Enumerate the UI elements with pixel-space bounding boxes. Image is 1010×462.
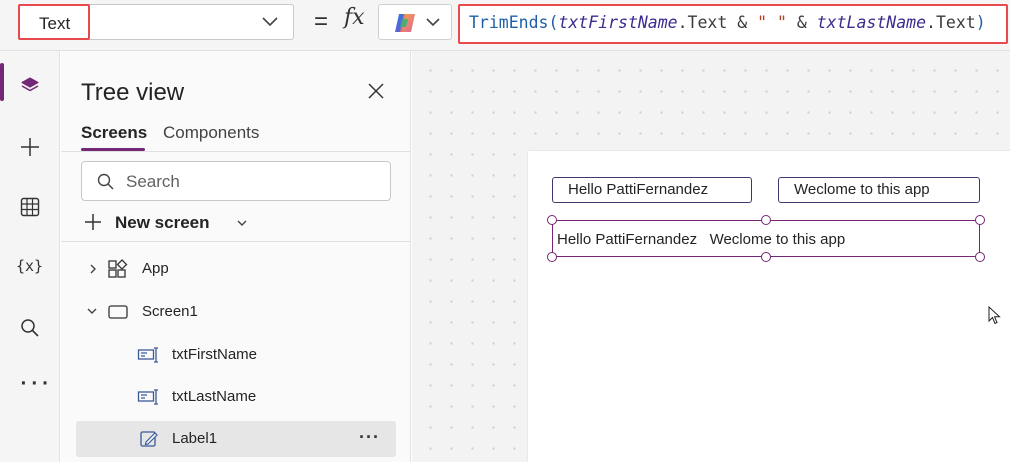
chevron-down-icon — [262, 17, 278, 27]
tree-node-label: txtFirstName — [172, 346, 258, 363]
formula-prop-last: .Text — [926, 13, 976, 32]
rail-more-button[interactable]: ··· — [0, 363, 60, 407]
formula-op1: & — [727, 13, 758, 32]
rail-search-button[interactable] — [0, 305, 60, 349]
tab-screens[interactable]: Screens — [81, 123, 147, 143]
resize-handle-top-left[interactable] — [547, 215, 557, 225]
tab-divider — [61, 151, 410, 152]
layers-icon — [21, 77, 39, 92]
resize-handle-bottom[interactable] — [761, 252, 771, 262]
formula-op2: & — [786, 13, 817, 32]
search-icon — [21, 319, 39, 337]
new-screen-label: New screen — [115, 213, 210, 232]
tab-components[interactable]: Components — [163, 123, 259, 143]
tree-search — [81, 161, 391, 201]
formula-bar: Text = fx TrimEnds(txtFirstName.Text & "… — [0, 0, 1010, 51]
search-input[interactable] — [124, 170, 378, 194]
plus-icon — [85, 214, 101, 230]
close-icon[interactable] — [366, 81, 386, 101]
left-rail: {x} ··· — [0, 51, 60, 462]
rail-tree-view-button[interactable] — [0, 63, 60, 107]
property-value: Text — [39, 14, 71, 33]
tree-node-label: App — [142, 260, 169, 277]
tree-node-label: Screen1 — [142, 303, 198, 320]
tree-node-label: Label1 — [172, 430, 218, 447]
tree-node-txtfirstname[interactable]: txtFirstName — [76, 337, 396, 373]
more-icon: ··· — [18, 373, 51, 394]
resize-handle-top[interactable] — [761, 215, 771, 225]
formula-function: TrimEnds( — [469, 13, 559, 32]
label1-text: Hello PattiFernandez Weclome to this app — [557, 231, 846, 248]
text-input-icon — [137, 347, 158, 363]
resize-handle-bottom-right[interactable] — [975, 252, 985, 262]
formula-prop-first: .Text — [677, 13, 728, 32]
fx-icon: fx — [344, 5, 365, 30]
app-icon — [108, 259, 128, 278]
formula-close-paren: ) — [975, 13, 986, 32]
chevron-down-icon — [237, 220, 247, 226]
table-icon — [20, 197, 40, 217]
chevron-down-icon — [426, 18, 440, 27]
tree-node-label1[interactable]: Label1 ··· — [76, 421, 396, 457]
resize-handle-bottom-left[interactable] — [547, 252, 557, 262]
plus-icon — [21, 138, 39, 156]
rail-data-button[interactable] — [0, 184, 60, 228]
rail-variables-button[interactable]: {x} — [0, 245, 60, 289]
label-edit-icon — [140, 431, 158, 447]
tree-view-pane: Tree view Screens Components New screen — [61, 51, 411, 462]
rail-insert-button[interactable] — [0, 124, 60, 168]
screen-icon — [108, 305, 128, 319]
txt-first-name-control[interactable]: Hello PattiFernandez — [552, 177, 752, 203]
equals-sign: = — [314, 8, 329, 35]
formula-string: " " — [757, 13, 787, 32]
formula-var-first: txtFirstName — [558, 13, 678, 32]
chevron-right-icon[interactable] — [88, 263, 98, 275]
tree-view-title: Tree view — [81, 79, 185, 106]
tree-node-screen1[interactable]: Screen1 — [76, 294, 396, 330]
copilot-button[interactable] — [378, 4, 452, 40]
resize-handle-top-right[interactable] — [975, 215, 985, 225]
tree-node-label: txtLastName — [172, 388, 257, 405]
tree-node-app[interactable]: App — [76, 251, 396, 287]
tree-node-txtlastname[interactable]: txtLastName — [76, 379, 396, 415]
design-canvas[interactable]: Hello PattiFernandez Weclome to this app… — [412, 51, 1010, 462]
chevron-down-icon[interactable] — [86, 306, 98, 316]
app-screen[interactable]: Hello PattiFernandez Weclome to this app… — [528, 151, 1010, 462]
txt-last-name-control[interactable]: Weclome to this app — [778, 177, 980, 203]
formula-var-last: txtLastName — [816, 13, 927, 32]
more-options-icon[interactable]: ··· — [359, 427, 380, 448]
search-icon — [97, 173, 114, 190]
copilot-icon — [395, 14, 415, 32]
text-input-icon — [137, 389, 158, 405]
variables-icon: {x} — [16, 257, 44, 275]
mouse-pointer-icon — [988, 306, 1001, 325]
formula-input[interactable]: TrimEnds(txtFirstName.Text & " " & txtLa… — [458, 4, 1008, 44]
tree-divider — [61, 241, 410, 242]
property-dropdown[interactable]: Text — [18, 4, 294, 40]
